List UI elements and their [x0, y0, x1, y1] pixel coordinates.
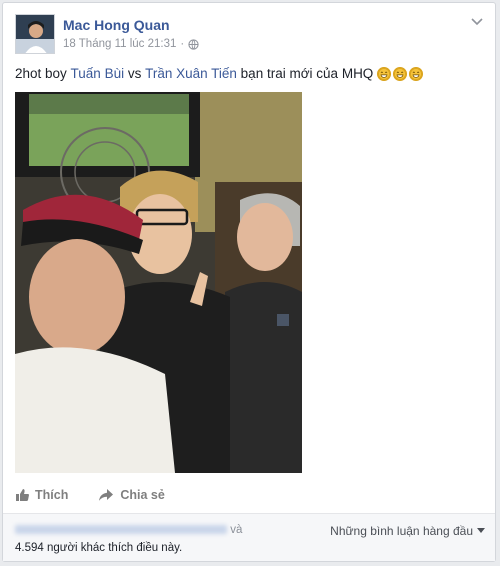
share-label: Chia sẻ	[120, 488, 165, 502]
emoji-group	[377, 66, 424, 81]
likers-summary: 4.594 người khác thích điều này.	[15, 542, 182, 554]
grinning-emoji-icon	[377, 66, 392, 81]
status-prefix: 2hot boy	[15, 66, 71, 81]
comment-sort-label: Những bình luận hàng đầu	[330, 524, 473, 538]
post-photo[interactable]	[15, 92, 302, 473]
post-footer: và 4.594 người khác thích điều này. Nhữn…	[3, 514, 495, 561]
post-actions: Thích Chia sẻ	[15, 488, 165, 502]
like-button[interactable]: Thích	[15, 488, 68, 502]
like-label: Thích	[35, 488, 69, 502]
likers-conjunction: và	[230, 524, 243, 536]
likers-tail: thích điều này.	[105, 542, 183, 554]
caret-down-icon	[477, 528, 485, 533]
post-meta: 18 Tháng 11 lúc 21:31 ·	[63, 38, 199, 50]
status-suffix: bạn trai mới của MHQ	[236, 66, 374, 81]
author-name[interactable]: Mac Hong Quan	[63, 17, 170, 33]
selfie-photo	[15, 92, 302, 473]
thumbs-up-icon	[16, 489, 29, 501]
avatar-image	[16, 15, 54, 53]
likers-count-link[interactable]: 4.594 người khác	[15, 542, 105, 554]
globe-icon[interactable]	[188, 38, 199, 50]
post-status-text: 2hot boy Tuấn Bùi vs Trần Xuân Tiến bạn …	[15, 66, 424, 81]
comment-sort-dropdown[interactable]: Những bình luận hàng đầu	[330, 524, 485, 538]
meta-separator: ·	[180, 38, 185, 50]
blurred-liker-names	[15, 525, 227, 535]
share-button[interactable]: Chia sẻ	[98, 488, 165, 502]
author-avatar[interactable]	[15, 14, 55, 54]
likers-names-row: và	[15, 524, 242, 536]
mention-tran-xuan-tien[interactable]: Trần Xuân Tiến	[145, 66, 237, 81]
post-card: Mac Hong Quan 18 Tháng 11 lúc 21:31 · 2h…	[2, 2, 496, 562]
post-timestamp[interactable]: 18 Tháng 11 lúc 21:31	[63, 38, 176, 50]
mention-tuan-bui[interactable]: Tuấn Bùi	[71, 66, 125, 81]
share-arrow-icon	[99, 489, 114, 501]
chevron-down-icon[interactable]	[469, 13, 485, 29]
grinning-emoji-icon	[409, 66, 424, 81]
status-middle: vs	[124, 66, 146, 81]
grinning-emoji-icon	[393, 66, 408, 81]
